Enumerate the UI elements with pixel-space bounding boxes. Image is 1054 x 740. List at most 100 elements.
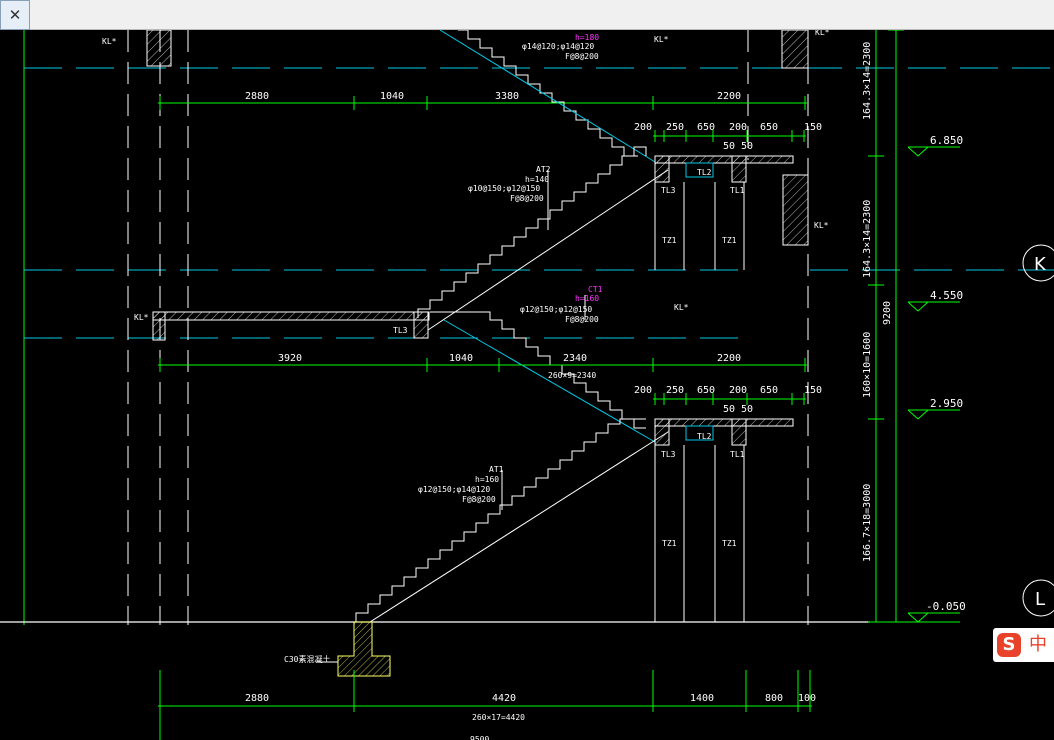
dim-total-partial: 9500 bbox=[470, 735, 489, 740]
column-tz1-upper-right: TZ1 bbox=[722, 236, 737, 245]
beam-tl3-upper: TL3 bbox=[661, 186, 676, 195]
ct1-height: h=160 bbox=[575, 294, 599, 303]
dim-upper-small-2: 50 bbox=[741, 141, 753, 152]
dim-top-3: 3380 bbox=[495, 91, 519, 102]
dim-bottom-1: 2880 bbox=[245, 693, 269, 704]
dim-top-2: 1040 bbox=[380, 91, 404, 102]
ime-indicator[interactable]: S 中 bbox=[993, 628, 1054, 662]
ct1-flight-steps bbox=[430, 311, 646, 429]
ct1-name: CT1 bbox=[588, 285, 603, 294]
stair-foundation bbox=[337, 621, 391, 677]
dim-bottom-note: 260×17=4420 bbox=[472, 713, 525, 722]
beam-tl2-lower: TL2 bbox=[697, 432, 712, 441]
top-flight-rebar-2: F@8@200 bbox=[565, 52, 599, 61]
dim-upper-landing-1: 200 bbox=[634, 122, 652, 133]
dim-right-4: 166.7×18=3000 bbox=[862, 484, 873, 562]
dim-middle-landing-5: 650 bbox=[760, 385, 778, 396]
level-label-3: 2.950 bbox=[930, 397, 963, 410]
beam-tl3-lower: TL3 bbox=[661, 450, 676, 459]
dim-middle-2: 1040 bbox=[449, 353, 473, 364]
dim-middle-4: 2200 bbox=[717, 353, 741, 364]
dim-upper-landing-4: 200 bbox=[729, 122, 747, 133]
at2-name: AT2 bbox=[536, 165, 551, 174]
upper-tz-columns bbox=[654, 182, 745, 270]
lower-tz-columns bbox=[654, 445, 745, 622]
lower-landing-slab bbox=[654, 418, 794, 427]
dim-bottom-2: 4420 bbox=[492, 693, 516, 704]
cad-viewer-window: ✕ 2880 1040 3380 2200 200 250 650 200 65… bbox=[0, 0, 1054, 740]
grid-axis-l: L bbox=[1035, 589, 1045, 610]
level-marker-2 bbox=[907, 301, 960, 312]
top-left-column bbox=[146, 30, 172, 67]
dim-middle-1: 3920 bbox=[278, 353, 302, 364]
close-button[interactable]: ✕ bbox=[0, 0, 30, 30]
title-bar: ✕ bbox=[0, 0, 1054, 30]
level-marker-3 bbox=[907, 409, 960, 420]
close-icon: ✕ bbox=[8, 5, 22, 24]
at1-flight-steps bbox=[355, 418, 646, 622]
beam-kl-top-left: KL* bbox=[102, 37, 117, 46]
middle-left-beam bbox=[152, 311, 166, 341]
level-marker-4 bbox=[907, 612, 960, 623]
level-marker-1 bbox=[907, 146, 960, 157]
beam-kl-right: KL* bbox=[814, 221, 829, 230]
beam-kl-top-mid: KL* bbox=[654, 35, 669, 44]
stair-section-drawing[interactable]: 2880 1040 3380 2200 200 250 650 200 650 … bbox=[0, 30, 1054, 740]
column-tz1-lower-left: TZ1 bbox=[662, 539, 677, 548]
lower-tl1-beam bbox=[731, 418, 747, 446]
upper-tl1-beam bbox=[731, 155, 747, 183]
ct1-rebar-2: F@8@200 bbox=[565, 315, 599, 324]
right-kl-beam bbox=[782, 174, 809, 246]
at1-rebar-1: φ12@150;φ14@120 bbox=[418, 485, 490, 494]
dim-bottom-3: 1400 bbox=[690, 693, 714, 704]
foundation-note: C30素混凝土 bbox=[284, 654, 330, 664]
beam-tl3-middle: TL3 bbox=[393, 326, 408, 335]
dim-middle-small-1: 50 bbox=[723, 404, 735, 415]
dim-right-total: 9200 bbox=[882, 301, 893, 325]
level-label-2: 4.550 bbox=[930, 289, 963, 302]
at2-rebar-2: F@8@200 bbox=[510, 194, 544, 203]
middle-landing-slab bbox=[152, 311, 430, 321]
at1-name: AT1 bbox=[489, 465, 504, 474]
ct1-rebar-1: φ12@150;φ12@150 bbox=[520, 305, 592, 314]
right-vertical-dimensions bbox=[868, 30, 960, 623]
dim-bottom-4: 800 bbox=[765, 693, 783, 704]
beam-kl-middle: KL* bbox=[674, 303, 689, 312]
dim-upper-landing-5: 650 bbox=[760, 122, 778, 133]
beam-tl1-lower: TL1 bbox=[730, 450, 745, 459]
beam-kl-middle-left: KL* bbox=[134, 313, 149, 322]
upper-landing-slab bbox=[654, 155, 794, 164]
at1-flight-soffit bbox=[369, 431, 669, 623]
vertical-dashed-lines bbox=[127, 30, 809, 625]
at1-rebar-2: F@8@200 bbox=[462, 495, 496, 504]
upper-tl3-beam bbox=[654, 155, 670, 183]
middle-tl3-beam bbox=[413, 311, 429, 339]
at2-height: h=140 bbox=[525, 175, 549, 184]
at1-height: h=160 bbox=[475, 475, 499, 484]
level-label-4: -0.050 bbox=[926, 600, 966, 613]
dim-middle-landing-3: 650 bbox=[697, 385, 715, 396]
dim-right-2: 164.3×14=2300 bbox=[862, 200, 873, 278]
at2-rebar-1: φ10@150;φ12@150 bbox=[468, 184, 540, 193]
top-right-column bbox=[781, 30, 809, 69]
beam-tl1-upper: TL1 bbox=[730, 186, 745, 195]
dim-middle-landing-6: 150 bbox=[804, 385, 822, 396]
dim-right-1: 164.3×14=2300 bbox=[862, 42, 873, 120]
dim-middle-small-2: 50 bbox=[741, 404, 753, 415]
level-label-1: 6.850 bbox=[930, 134, 963, 147]
dim-middle-landing-1: 200 bbox=[634, 385, 652, 396]
beam-kl-top-right: KL* bbox=[815, 30, 830, 37]
dim-middle-3: 2340 bbox=[563, 353, 587, 364]
dim-top-4: 2200 bbox=[717, 91, 741, 102]
ime-logo-icon: S bbox=[997, 633, 1021, 657]
dim-middle-note: 260×9=2340 bbox=[548, 371, 596, 380]
dim-upper-landing-3: 650 bbox=[697, 122, 715, 133]
dim-upper-landing-6: 150 bbox=[804, 122, 822, 133]
top-flight-rebar-1: φ14@120;φ14@120 bbox=[522, 42, 594, 51]
middle-dimension-row bbox=[158, 358, 808, 372]
ime-mode-label: 中 bbox=[1029, 634, 1047, 655]
dim-right-3: 160×10=1600 bbox=[862, 332, 873, 398]
bottom-dimension-row bbox=[158, 670, 812, 740]
floor-axis-lines bbox=[24, 67, 1054, 339]
dim-top-1: 2880 bbox=[245, 91, 269, 102]
